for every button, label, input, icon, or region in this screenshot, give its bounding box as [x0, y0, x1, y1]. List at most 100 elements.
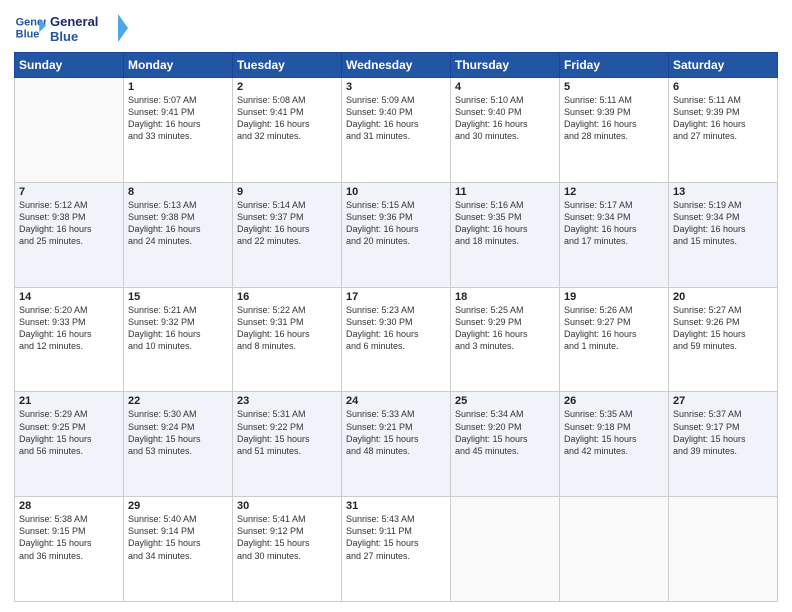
calendar-week-row: 7Sunrise: 5:12 AM Sunset: 9:38 PM Daylig… [15, 182, 778, 287]
calendar-week-row: 21Sunrise: 5:29 AM Sunset: 9:25 PM Dayli… [15, 392, 778, 497]
cell-info: Sunrise: 5:38 AM Sunset: 9:15 PM Dayligh… [19, 513, 119, 562]
calendar-cell: 17Sunrise: 5:23 AM Sunset: 9:30 PM Dayli… [342, 287, 451, 392]
day-number: 12 [564, 186, 664, 198]
day-number: 7 [19, 186, 119, 198]
svg-text:General: General [50, 14, 98, 29]
calendar-week-row: 14Sunrise: 5:20 AM Sunset: 9:33 PM Dayli… [15, 287, 778, 392]
day-number: 5 [564, 81, 664, 93]
svg-text:Blue: Blue [16, 28, 40, 40]
day-number: 13 [673, 186, 773, 198]
cell-info: Sunrise: 5:34 AM Sunset: 9:20 PM Dayligh… [455, 408, 555, 457]
day-number: 11 [455, 186, 555, 198]
logo-icon: General Blue [14, 12, 46, 44]
calendar-cell [560, 497, 669, 602]
weekday-header-monday: Monday [124, 53, 233, 78]
calendar-cell: 7Sunrise: 5:12 AM Sunset: 9:38 PM Daylig… [15, 182, 124, 287]
page: General Blue General Blue SundayMondayTu… [0, 0, 792, 612]
cell-info: Sunrise: 5:43 AM Sunset: 9:11 PM Dayligh… [346, 513, 446, 562]
day-number: 27 [673, 395, 773, 407]
calendar-cell: 20Sunrise: 5:27 AM Sunset: 9:26 PM Dayli… [669, 287, 778, 392]
day-number: 4 [455, 81, 555, 93]
weekday-header-wednesday: Wednesday [342, 53, 451, 78]
day-number: 21 [19, 395, 119, 407]
weekday-header-saturday: Saturday [669, 53, 778, 78]
day-number: 6 [673, 81, 773, 93]
calendar-cell: 28Sunrise: 5:38 AM Sunset: 9:15 PM Dayli… [15, 497, 124, 602]
day-number: 9 [237, 186, 337, 198]
logo: General Blue General Blue [14, 10, 130, 46]
calendar-cell: 5Sunrise: 5:11 AM Sunset: 9:39 PM Daylig… [560, 78, 669, 183]
weekday-header-tuesday: Tuesday [233, 53, 342, 78]
cell-info: Sunrise: 5:40 AM Sunset: 9:14 PM Dayligh… [128, 513, 228, 562]
calendar-cell: 4Sunrise: 5:10 AM Sunset: 9:40 PM Daylig… [451, 78, 560, 183]
cell-info: Sunrise: 5:14 AM Sunset: 9:37 PM Dayligh… [237, 199, 337, 248]
calendar-cell: 31Sunrise: 5:43 AM Sunset: 9:11 PM Dayli… [342, 497, 451, 602]
cell-info: Sunrise: 5:16 AM Sunset: 9:35 PM Dayligh… [455, 199, 555, 248]
cell-info: Sunrise: 5:15 AM Sunset: 9:36 PM Dayligh… [346, 199, 446, 248]
day-number: 30 [237, 500, 337, 512]
calendar-table: SundayMondayTuesdayWednesdayThursdayFrid… [14, 52, 778, 602]
day-number: 26 [564, 395, 664, 407]
cell-info: Sunrise: 5:10 AM Sunset: 9:40 PM Dayligh… [455, 94, 555, 143]
day-number: 3 [346, 81, 446, 93]
calendar-cell: 24Sunrise: 5:33 AM Sunset: 9:21 PM Dayli… [342, 392, 451, 497]
calendar-cell: 10Sunrise: 5:15 AM Sunset: 9:36 PM Dayli… [342, 182, 451, 287]
day-number: 25 [455, 395, 555, 407]
day-number: 16 [237, 291, 337, 303]
calendar-cell: 11Sunrise: 5:16 AM Sunset: 9:35 PM Dayli… [451, 182, 560, 287]
calendar-cell: 22Sunrise: 5:30 AM Sunset: 9:24 PM Dayli… [124, 392, 233, 497]
day-number: 22 [128, 395, 228, 407]
cell-info: Sunrise: 5:23 AM Sunset: 9:30 PM Dayligh… [346, 304, 446, 353]
svg-text:Blue: Blue [50, 29, 78, 44]
cell-info: Sunrise: 5:08 AM Sunset: 9:41 PM Dayligh… [237, 94, 337, 143]
cell-info: Sunrise: 5:26 AM Sunset: 9:27 PM Dayligh… [564, 304, 664, 353]
cell-info: Sunrise: 5:27 AM Sunset: 9:26 PM Dayligh… [673, 304, 773, 353]
day-number: 10 [346, 186, 446, 198]
cell-info: Sunrise: 5:29 AM Sunset: 9:25 PM Dayligh… [19, 408, 119, 457]
weekday-header-row: SundayMondayTuesdayWednesdayThursdayFrid… [15, 53, 778, 78]
day-number: 31 [346, 500, 446, 512]
day-number: 28 [19, 500, 119, 512]
calendar-week-row: 28Sunrise: 5:38 AM Sunset: 9:15 PM Dayli… [15, 497, 778, 602]
cell-info: Sunrise: 5:31 AM Sunset: 9:22 PM Dayligh… [237, 408, 337, 457]
cell-info: Sunrise: 5:37 AM Sunset: 9:17 PM Dayligh… [673, 408, 773, 457]
cell-info: Sunrise: 5:33 AM Sunset: 9:21 PM Dayligh… [346, 408, 446, 457]
calendar-cell: 19Sunrise: 5:26 AM Sunset: 9:27 PM Dayli… [560, 287, 669, 392]
calendar-cell: 27Sunrise: 5:37 AM Sunset: 9:17 PM Dayli… [669, 392, 778, 497]
calendar-cell: 2Sunrise: 5:08 AM Sunset: 9:41 PM Daylig… [233, 78, 342, 183]
calendar-cell: 30Sunrise: 5:41 AM Sunset: 9:12 PM Dayli… [233, 497, 342, 602]
calendar-cell [15, 78, 124, 183]
calendar-cell: 9Sunrise: 5:14 AM Sunset: 9:37 PM Daylig… [233, 182, 342, 287]
cell-info: Sunrise: 5:21 AM Sunset: 9:32 PM Dayligh… [128, 304, 228, 353]
day-number: 17 [346, 291, 446, 303]
day-number: 19 [564, 291, 664, 303]
calendar-cell: 25Sunrise: 5:34 AM Sunset: 9:20 PM Dayli… [451, 392, 560, 497]
weekday-header-sunday: Sunday [15, 53, 124, 78]
cell-info: Sunrise: 5:41 AM Sunset: 9:12 PM Dayligh… [237, 513, 337, 562]
cell-info: Sunrise: 5:17 AM Sunset: 9:34 PM Dayligh… [564, 199, 664, 248]
calendar-cell: 8Sunrise: 5:13 AM Sunset: 9:38 PM Daylig… [124, 182, 233, 287]
calendar-cell: 18Sunrise: 5:25 AM Sunset: 9:29 PM Dayli… [451, 287, 560, 392]
day-number: 18 [455, 291, 555, 303]
cell-info: Sunrise: 5:11 AM Sunset: 9:39 PM Dayligh… [673, 94, 773, 143]
calendar-cell: 23Sunrise: 5:31 AM Sunset: 9:22 PM Dayli… [233, 392, 342, 497]
day-number: 29 [128, 500, 228, 512]
calendar-cell: 14Sunrise: 5:20 AM Sunset: 9:33 PM Dayli… [15, 287, 124, 392]
cell-info: Sunrise: 5:30 AM Sunset: 9:24 PM Dayligh… [128, 408, 228, 457]
calendar-week-row: 1Sunrise: 5:07 AM Sunset: 9:41 PM Daylig… [15, 78, 778, 183]
cell-info: Sunrise: 5:19 AM Sunset: 9:34 PM Dayligh… [673, 199, 773, 248]
calendar-cell [669, 497, 778, 602]
calendar-cell: 29Sunrise: 5:40 AM Sunset: 9:14 PM Dayli… [124, 497, 233, 602]
logo-svg: General Blue [50, 10, 130, 46]
calendar-cell: 26Sunrise: 5:35 AM Sunset: 9:18 PM Dayli… [560, 392, 669, 497]
day-number: 8 [128, 186, 228, 198]
calendar-cell: 12Sunrise: 5:17 AM Sunset: 9:34 PM Dayli… [560, 182, 669, 287]
cell-info: Sunrise: 5:20 AM Sunset: 9:33 PM Dayligh… [19, 304, 119, 353]
cell-info: Sunrise: 5:11 AM Sunset: 9:39 PM Dayligh… [564, 94, 664, 143]
calendar-cell: 6Sunrise: 5:11 AM Sunset: 9:39 PM Daylig… [669, 78, 778, 183]
cell-info: Sunrise: 5:09 AM Sunset: 9:40 PM Dayligh… [346, 94, 446, 143]
weekday-header-thursday: Thursday [451, 53, 560, 78]
calendar-cell: 21Sunrise: 5:29 AM Sunset: 9:25 PM Dayli… [15, 392, 124, 497]
day-number: 23 [237, 395, 337, 407]
header: General Blue General Blue [14, 10, 778, 46]
